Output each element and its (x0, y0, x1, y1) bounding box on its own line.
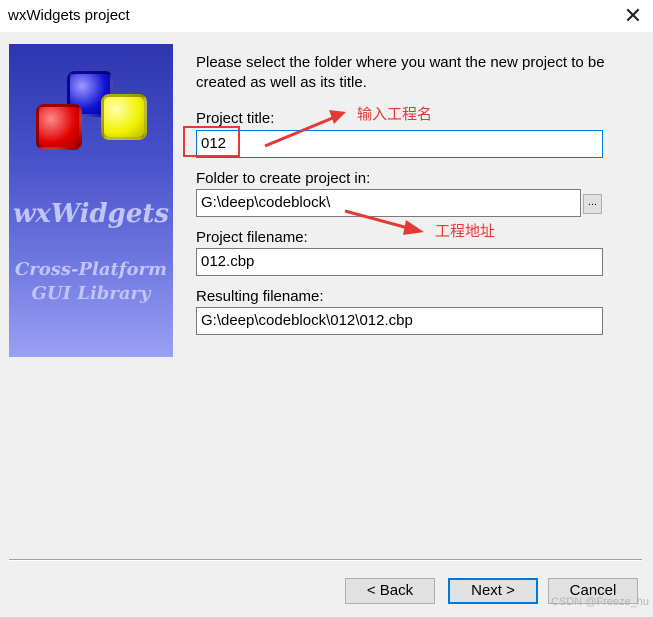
next-button[interactable]: Next > (448, 578, 538, 604)
annotation-arrows (264, 110, 424, 235)
title-annotation: 输入工程名 (357, 105, 433, 123)
folder-arrow-line (344, 209, 409, 230)
footer-separator (9, 559, 642, 561)
folder-annotation: 工程地址 (435, 222, 496, 240)
back-button[interactable]: < Back (345, 578, 435, 604)
watermark: CSDN @Freeze_hu (551, 596, 649, 608)
title-arrow-line (264, 115, 336, 148)
title-arrow-head (329, 110, 346, 124)
folder-arrow-head (403, 220, 424, 235)
